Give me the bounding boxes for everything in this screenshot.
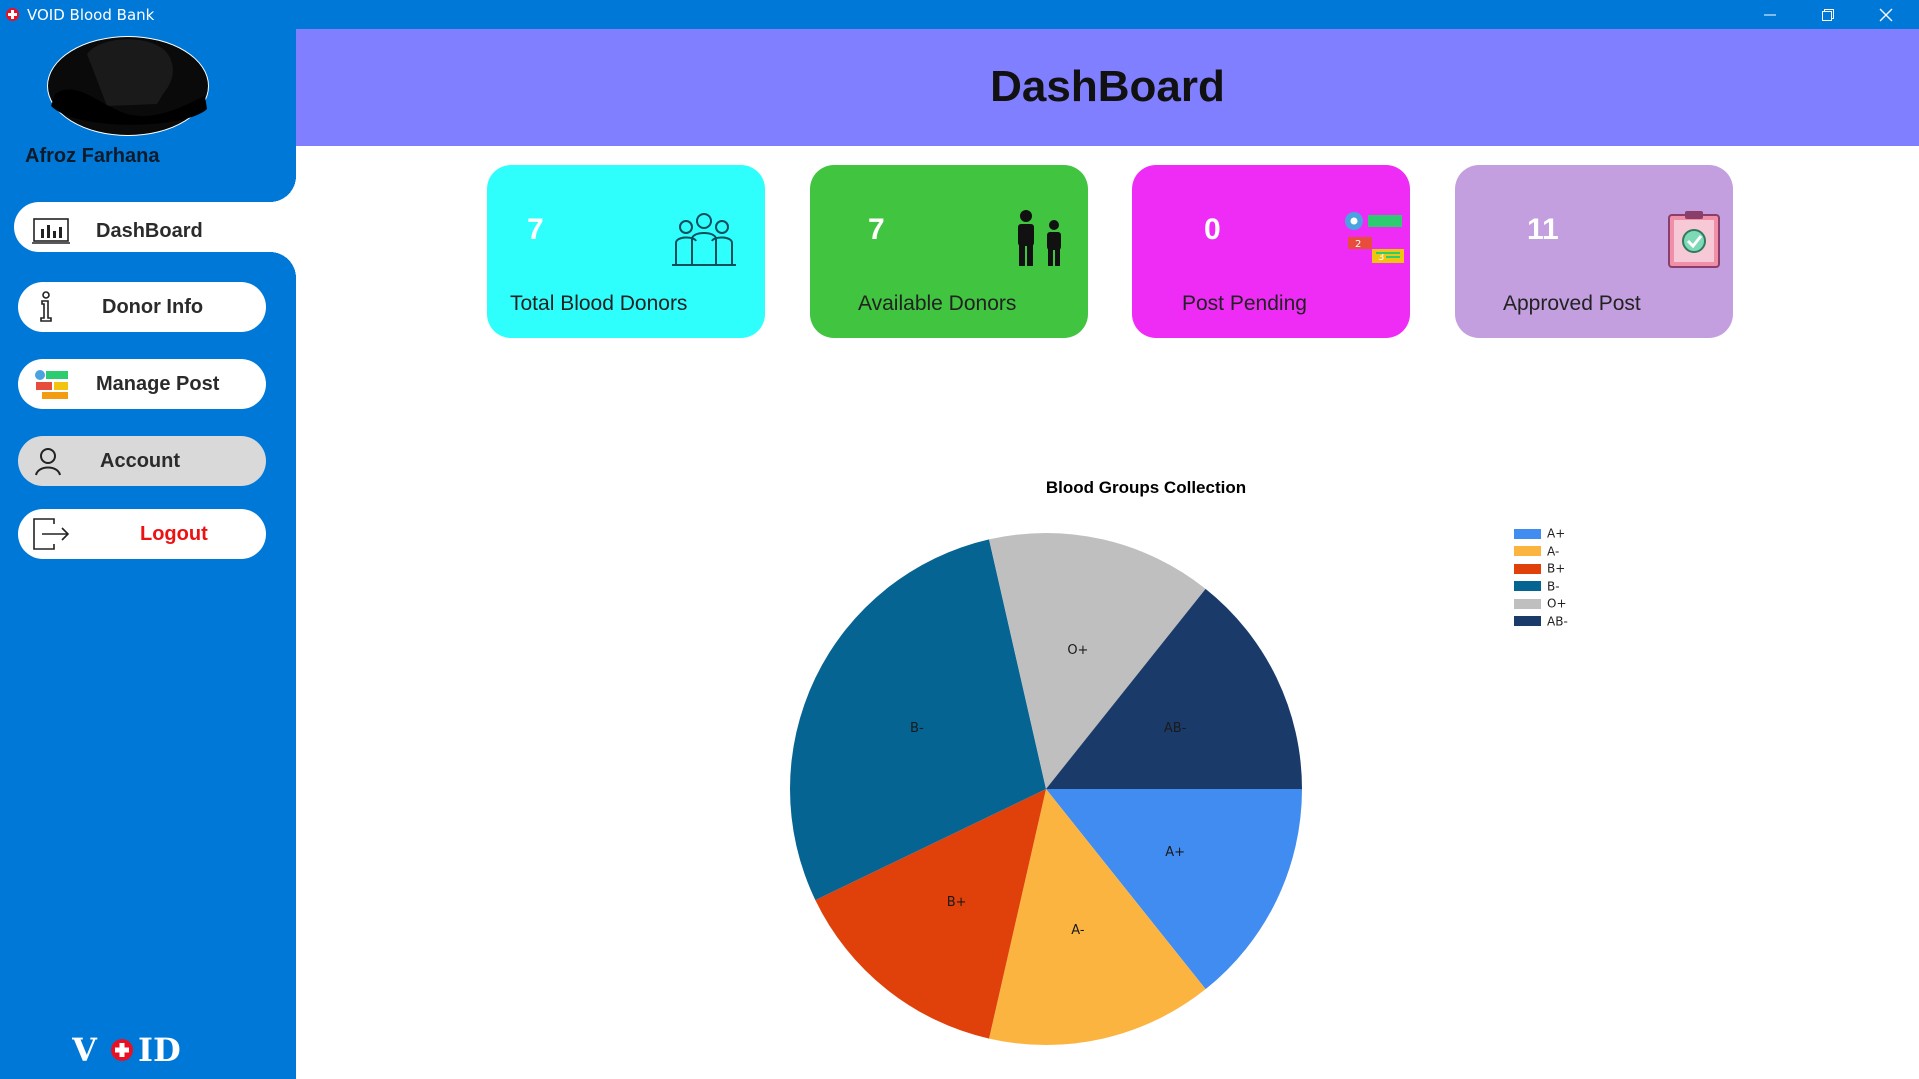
minimize-icon <box>1764 14 1776 16</box>
legend-item: A- <box>1514 543 1568 561</box>
pie-slice-label: A+ <box>1165 845 1185 860</box>
card-label: Total Blood Donors <box>510 292 688 315</box>
app-icon <box>6 8 19 21</box>
nav-manage-post-label: Manage Post <box>96 373 220 395</box>
nav-donor-info-label: Donor Info <box>102 296 204 318</box>
user-name: Afroz Farhana <box>25 145 160 167</box>
restore-button[interactable] <box>1799 0 1857 29</box>
legend-label: A- <box>1547 544 1560 559</box>
group-icon <box>672 213 736 266</box>
card-label: Approved Post <box>1503 292 1641 315</box>
svg-text:V: V <box>72 1031 98 1069</box>
nav-donor-info[interactable]: Donor Info <box>18 282 266 332</box>
logout-icon <box>33 518 70 550</box>
card-value: 7 <box>527 213 544 246</box>
pie-slice-label: AB- <box>1164 721 1187 736</box>
legend-swatch <box>1514 563 1541 574</box>
void-logo: V ID <box>72 1031 181 1069</box>
card-post-pending[interactable]: 0 Post Pending 2 3 <box>1132 165 1410 338</box>
pending-posts-icon: 2 3 <box>1345 212 1404 263</box>
avatar <box>47 36 209 136</box>
legend-swatch <box>1514 616 1541 627</box>
legend-label: A+ <box>1547 526 1566 541</box>
minimize-button[interactable] <box>1741 0 1799 29</box>
nav-manage-post[interactable]: Manage Post <box>18 359 266 409</box>
pie-slice-label: B+ <box>947 895 967 910</box>
app-window: VOID Blood Bank Afroz Farhana DashBoard … <box>0 0 1919 1079</box>
people-icon <box>1018 210 1061 266</box>
dashboard-chart-icon <box>32 218 70 244</box>
legend-swatch <box>1514 581 1541 592</box>
card-approved-post[interactable]: 11 Approved Post <box>1455 165 1733 338</box>
svg-text:2: 2 <box>1355 239 1361 250</box>
card-total-blood-donors[interactable]: 7 Total Blood Donors <box>487 165 765 338</box>
pie-slice-label: B- <box>910 721 924 736</box>
nav-logout[interactable]: Logout <box>18 509 266 559</box>
pie-slice-label: O+ <box>1067 643 1088 658</box>
restore-icon <box>1822 9 1834 21</box>
card-available-donors[interactable]: 7 Available Donors <box>810 165 1088 338</box>
card-value: 11 <box>1527 213 1559 246</box>
window-title: VOID Blood Bank <box>27 6 155 24</box>
nav-account-label: Account <box>100 450 180 472</box>
legend-item: B- <box>1514 578 1568 596</box>
approved-clipboard-icon <box>1668 211 1720 268</box>
card-value: 7 <box>868 213 885 246</box>
pie-slice-label: A- <box>1071 923 1085 938</box>
legend-label: B+ <box>1547 561 1566 576</box>
info-icon <box>40 291 52 322</box>
sidebar: Afroz Farhana DashBoard Donor Info Manag… <box>0 29 296 1079</box>
nav-dashboard[interactable]: DashBoard <box>18 206 266 256</box>
card-value: 0 <box>1204 213 1221 246</box>
legend-label: B- <box>1547 579 1560 594</box>
legend-swatch <box>1514 598 1541 609</box>
page-header: DashBoard <box>296 29 1919 146</box>
chart-legend: A+ A- B+ B- O+ AB- <box>1514 525 1568 630</box>
pie-chart: A+ A- B+ B- O+ AB- <box>790 533 1302 1045</box>
legend-swatch <box>1514 546 1541 557</box>
nav-logout-label: Logout <box>140 523 208 545</box>
manage-post-icon <box>35 370 68 399</box>
legend-item: AB- <box>1514 613 1568 631</box>
nav-account[interactable]: Account <box>18 436 266 486</box>
close-icon <box>1879 8 1893 22</box>
legend-item: O+ <box>1514 595 1568 613</box>
svg-text:ID: ID <box>138 1031 181 1069</box>
legend-swatch <box>1514 528 1541 539</box>
card-label: Post Pending <box>1182 292 1307 315</box>
legend-item: A+ <box>1514 525 1568 543</box>
legend-label: AB- <box>1547 614 1568 629</box>
legend-item: B+ <box>1514 560 1568 578</box>
title-bar: VOID Blood Bank <box>0 0 1919 29</box>
user-icon <box>35 448 61 476</box>
nav-dashboard-label: DashBoard <box>96 220 203 242</box>
blood-groups-chart: Blood Groups Collection A+ A- B+ B- O+ AB- A+… <box>296 440 1919 1079</box>
legend-label: O+ <box>1547 596 1567 611</box>
card-label: Available Donors <box>858 292 1017 315</box>
page-title: DashBoard <box>990 62 1225 111</box>
close-button[interactable] <box>1857 0 1915 29</box>
